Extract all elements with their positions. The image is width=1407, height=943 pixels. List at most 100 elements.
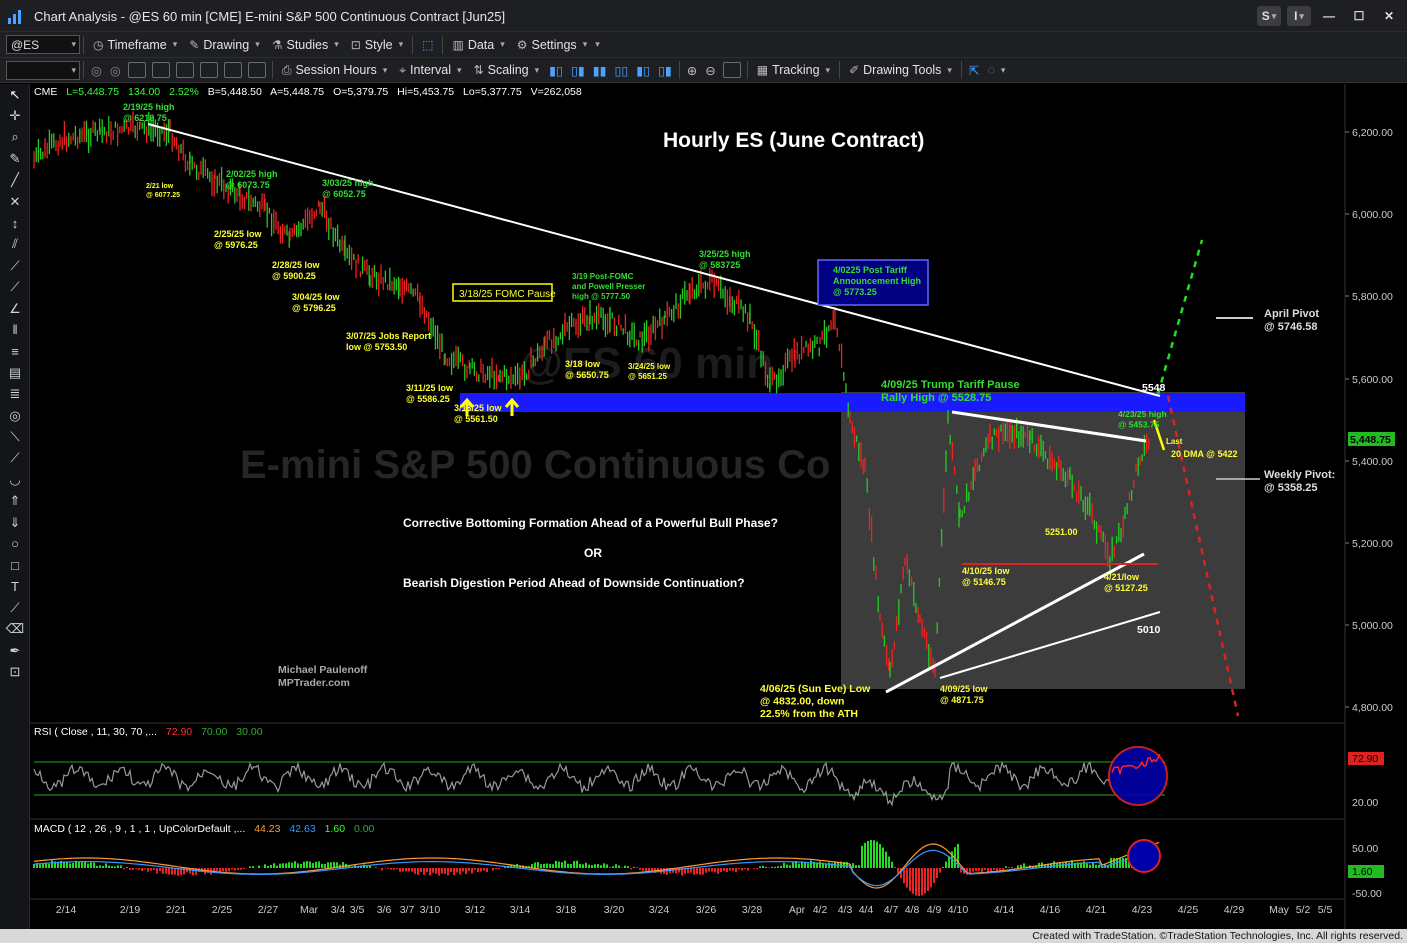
cross-tool-icon[interactable]: ✕ [0,191,30,212]
maximize-button[interactable]: ☐ [1347,6,1371,26]
annotation-text: @ 5561.50 [454,414,498,424]
minimize-button[interactable]: — [1317,6,1341,26]
crosshair-tool-icon[interactable]: ✛ [0,105,30,126]
zoom-icon[interactable]: ▮▮ [589,63,611,78]
annotation-text: 3/04/25 low [292,292,341,302]
lines-tool-icon[interactable]: ≣ [0,383,30,404]
close-button[interactable]: ✕ [1377,6,1401,26]
date-tick-label: 5/2 [1296,904,1311,916]
more-dropdown[interactable]: ▾ [595,39,600,50]
date-tick-label: 2/27 [258,904,279,916]
date-tick-label: 3/10 [420,904,441,916]
annotation-text: @ 5453.75 [1118,420,1160,430]
arc-tool-icon[interactable]: ◡ [0,469,30,490]
vertical-line-icon[interactable]: ↕ [0,212,30,233]
price-tick-label: 4,800.00 [1352,702,1393,714]
style-menu[interactable]: ⊡ Style ▾ [345,38,409,52]
window-icon[interactable] [127,62,146,78]
date-tick-label: Mar [300,904,319,916]
export-icon[interactable]: ⇱ [965,63,983,78]
macd-tick-minus-50: -50.00 [1352,888,1382,900]
text-tool-icon[interactable]: T [0,576,30,597]
eraser-tool-icon[interactable]: ⌫ [0,619,30,640]
circle-icon[interactable]: ◎ [106,63,125,78]
studies-menu[interactable]: ⚗ Studies ▾ [266,38,345,52]
annotation-text: 4/09/25 Trump Tariff Pause [881,379,1020,391]
timeframe-menu[interactable]: ◷ Timeframe ▾ [87,38,183,52]
data-menu[interactable]: ▥ Data ▾ [446,38,510,52]
pointer-tool-icon[interactable]: ↖ [0,84,30,105]
trendline-tool-icon[interactable]: ╱ [0,170,30,191]
drawing-menu[interactable]: ✎ Drawing ▾ [183,38,265,52]
chart-icon[interactable]: ⊡ [0,662,30,683]
price-tick-label: 5,800.00 [1352,291,1393,303]
interval-menu[interactable]: ⌖ Interval ▾ [393,63,467,78]
magnifier-tool-icon[interactable]: ⌕ [0,127,30,148]
s-button[interactable]: S ▾ [1257,6,1281,26]
symbol-input[interactable]: @ES ▾ [6,35,80,54]
i-button[interactable]: I ▾ [1287,6,1311,26]
zoom-icon[interactable]: ▮▯ [545,63,567,78]
annotation-text: @ 5773.25 [833,287,877,297]
date-tick-label: 2/14 [56,904,77,916]
author-name: Michael Paulenoff [278,664,368,676]
angle-tool-icon[interactable]: ∠ [0,298,30,319]
layout-icon: ⬚ [422,37,434,52]
zoom-icon[interactable]: ▮▯ [632,63,654,78]
zoom-in-icon[interactable]: ⊕ [683,63,701,78]
annotation-text: @ 5127.25 [1104,583,1148,593]
levels-tool-icon[interactable]: ≡ [0,341,30,362]
high: Hi=5,453.75 [397,86,454,98]
annotation-text: @ 6077.25 [146,192,180,199]
channel-tool-icon[interactable]: ⫽ [0,234,30,255]
fan-tool-icon[interactable]: ⟋ [0,277,30,298]
date-tick-label: 3/26 [696,904,717,916]
window-icon[interactable] [247,62,266,78]
grid-tool-icon[interactable]: ▤ [0,362,30,383]
window-icon[interactable] [722,62,741,78]
annotation-text: 4/23/25 high [1118,409,1167,419]
search-chart-icon[interactable] [151,62,170,78]
target-tool-icon[interactable]: ◎ [0,405,30,426]
zoom-out-icon[interactable]: ⊖ [701,63,719,78]
circle-icon[interactable]: ◎ [87,63,106,78]
zoom-icon[interactable]: ▯▮ [567,63,589,78]
main-toolbar: @ES ▾ ◷ Timeframe ▾ ✎ Drawing ▾ ⚗ Studies ▾ ⊡ St… [0,31,1407,57]
macd-highlight-circle [1127,839,1161,873]
style-icon: ⊡ [350,37,361,52]
more-dropdown[interactable]: ▾ [1001,65,1006,76]
scaling-menu[interactable]: ⇅ Scaling ▾ [468,63,546,77]
chat-icon[interactable]: ◌ [983,63,998,77]
rectangle-tool-icon[interactable]: □ [0,555,30,576]
interval-input[interactable]: ▾ [6,60,80,80]
bold-pen-tool-icon[interactable]: ✒ [0,640,30,661]
price-tick-label: 5,200.00 [1352,538,1393,550]
session-hours-menu[interactable]: ⎙ Session Hours ▾ [276,63,393,78]
question-or: OR [584,546,602,560]
fib-fan-icon[interactable]: ⟍ [0,426,30,447]
ray-tool-icon[interactable]: ⟋ [0,255,30,276]
arrow-down-tool-icon[interactable]: ⇓ [0,512,30,533]
pen-tool-icon[interactable]: ✎ [0,148,30,169]
pct-change: 2.52% [169,86,199,98]
tracking-menu[interactable]: ▦ Tracking ▾ [751,63,836,77]
speed-tool-icon[interactable]: ⟋ [0,448,30,469]
chart-canvas[interactable]: E-mini S&P 500 Continuous Co @ES 60 min … [30,84,1407,929]
drawing-tools-menu[interactable]: ✐ Drawing Tools ▾ [843,63,958,77]
bars-tool-icon[interactable]: ‖ [0,319,30,340]
window-icon[interactable] [199,62,218,78]
layout-button[interactable]: ⬚ [416,38,439,52]
arrow-tool-icon[interactable]: ⇑ [0,490,30,511]
annotation-text: @ 5900.25 [272,271,316,281]
date-tick-label: 3/28 [742,904,763,916]
date-tick-label: 3/18 [556,904,577,916]
zoom-icon[interactable]: ▯▯ [610,63,632,78]
ellipse-tool-icon[interactable]: ○ [0,533,30,554]
annotation-text: @ 5650.75 [565,370,609,380]
grid-icon[interactable] [223,62,242,78]
settings-menu[interactable]: ⚙ Settings ▾ [511,38,593,52]
ruler-tool-icon[interactable]: ⟋ [0,597,30,618]
window-icon[interactable] [175,62,194,78]
low: Lo=5,377.75 [463,86,522,98]
zoom-icon[interactable]: ▯▮ [654,63,676,78]
